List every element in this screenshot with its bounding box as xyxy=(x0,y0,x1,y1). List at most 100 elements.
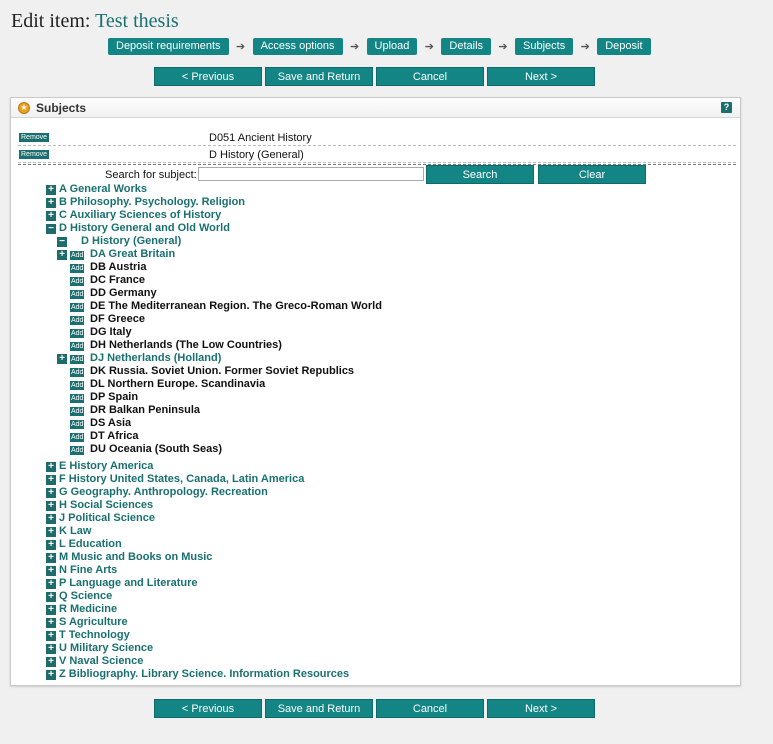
tree-node-label[interactable]: K Law xyxy=(59,525,91,537)
tree-node-label[interactable]: T Technology xyxy=(59,629,130,641)
search-input[interactable] xyxy=(198,167,424,181)
expand-icon[interactable]: + xyxy=(46,462,56,472)
step-deposit[interactable]: Deposit xyxy=(597,38,651,55)
step-deposit-requirements[interactable]: Deposit requirements xyxy=(108,38,229,55)
add-button[interactable]: Add xyxy=(70,446,85,455)
tree-node-label[interactable]: G Geography. Anthropology. Recreation xyxy=(59,486,268,498)
tree-node: + V Naval Science xyxy=(46,655,736,668)
tree-node: + Q Science xyxy=(46,590,736,603)
tree-node: + T Technology xyxy=(46,629,736,642)
next-button[interactable]: Next > xyxy=(487,67,595,86)
next-button[interactable]: Next > xyxy=(487,699,595,718)
tree-node-label[interactable]: DA Great Britain xyxy=(90,248,175,260)
expand-icon[interactable]: + xyxy=(46,211,56,221)
remove-button[interactable]: Remove xyxy=(19,133,50,142)
add-button[interactable]: Add xyxy=(70,407,85,416)
tree-node-label[interactable]: DJ Netherlands (Holland) xyxy=(90,352,221,364)
help-icon[interactable]: ? xyxy=(721,102,732,113)
expand-icon[interactable]: + xyxy=(46,579,56,589)
expand-icon[interactable]: + xyxy=(46,566,56,576)
tree-node: Add DH Netherlands (The Low Countries) xyxy=(57,339,736,352)
step-upload[interactable]: Upload xyxy=(366,38,418,55)
expand-icon[interactable]: + xyxy=(57,250,67,260)
cancel-button[interactable]: Cancel xyxy=(376,67,484,86)
tree-node: Add DD Germany xyxy=(57,287,736,300)
tree-node-label[interactable]: H Social Sciences xyxy=(59,499,153,511)
tree-node-label[interactable]: P Language and Literature xyxy=(59,577,198,589)
tree-node-label[interactable]: F History United States, Canada, Latin A… xyxy=(59,473,304,485)
search-button[interactable]: Search xyxy=(426,165,534,184)
expand-icon[interactable]: + xyxy=(46,185,56,195)
tree-node-label[interactable]: B Philosophy. Psychology. Religion xyxy=(59,196,245,208)
expand-icon[interactable]: + xyxy=(46,488,56,498)
tree-node-label[interactable]: S Agriculture xyxy=(59,616,128,628)
tree-node-label[interactable]: D History General and Old World xyxy=(59,222,230,234)
tree-node-label[interactable]: N Fine Arts xyxy=(59,564,117,576)
tree-node-label: DC France xyxy=(90,274,146,286)
step-subjects[interactable]: Subjects xyxy=(515,38,574,55)
tree-node-label[interactable]: C Auxiliary Sciences of History xyxy=(59,209,221,221)
expand-icon[interactable]: + xyxy=(46,631,56,641)
tree-node-label[interactable]: A General Works xyxy=(59,183,147,195)
collapse-icon[interactable]: − xyxy=(57,237,67,247)
add-button[interactable]: Add xyxy=(70,381,85,390)
add-button[interactable]: Add xyxy=(70,433,85,442)
tree-node-label[interactable]: M Music and Books on Music xyxy=(59,551,212,563)
tree-node-label: DB Austria xyxy=(90,261,147,273)
add-button[interactable]: Add xyxy=(70,355,85,364)
tree-node: Add DE The Mediterranean Region. The Grec… xyxy=(57,300,736,313)
add-button[interactable]: Add xyxy=(70,303,85,312)
tree-node: Add DG Italy xyxy=(57,326,736,339)
step-details[interactable]: Details xyxy=(441,38,492,55)
expand-icon[interactable]: + xyxy=(46,514,56,524)
add-button[interactable]: Add xyxy=(70,368,85,377)
item-name: Test thesis xyxy=(95,10,179,32)
add-button[interactable]: Add xyxy=(70,277,85,286)
add-button[interactable]: Add xyxy=(70,420,85,429)
add-button[interactable]: Add xyxy=(70,342,85,351)
collapse-icon[interactable]: − xyxy=(46,224,56,234)
add-button[interactable]: Add xyxy=(70,290,85,299)
add-button[interactable]: Add xyxy=(70,316,85,325)
add-button[interactable]: Add xyxy=(70,394,85,403)
tree-node-label[interactable]: R Medicine xyxy=(59,603,117,615)
tree-node: Add DK Russia. Soviet Union. Former Sovie… xyxy=(57,365,736,378)
add-button[interactable]: Add xyxy=(70,251,85,260)
tree-node-label[interactable]: V Naval Science xyxy=(59,655,143,667)
expand-icon[interactable]: + xyxy=(46,198,56,208)
tree-node-label[interactable]: Z Bibliography. Library Science. Informa… xyxy=(59,668,349,680)
save-and-return-button[interactable]: Save and Return xyxy=(265,699,373,718)
tree-node-label[interactable]: L Education xyxy=(59,538,122,550)
expand-icon[interactable]: + xyxy=(46,605,56,615)
step-access-options[interactable]: Access options xyxy=(252,38,343,55)
tree-node: + C Auxiliary Sciences of History xyxy=(46,209,736,222)
expand-icon[interactable]: + xyxy=(46,475,56,485)
expand-icon[interactable]: + xyxy=(46,644,56,654)
remove-button[interactable]: Remove xyxy=(19,150,50,159)
subject-tree: + A General Works + B Philosophy. Psycholog… xyxy=(46,183,736,681)
previous-button[interactable]: < Previous xyxy=(154,699,262,718)
tree-node-label[interactable]: J Political Science xyxy=(59,512,155,524)
add-button[interactable]: Add xyxy=(70,264,85,273)
expand-icon[interactable]: + xyxy=(46,618,56,628)
expand-icon[interactable]: + xyxy=(46,657,56,667)
expand-icon[interactable]: + xyxy=(46,592,56,602)
expand-icon[interactable]: + xyxy=(46,540,56,550)
expand-icon[interactable]: + xyxy=(46,670,56,680)
subjects-panel: ★ Subjects ? Remove D051 Ancient History… xyxy=(10,97,741,686)
add-button[interactable]: Add xyxy=(70,329,85,338)
arrow-right-icon: ➔ xyxy=(349,41,360,53)
expand-icon[interactable]: + xyxy=(46,501,56,511)
tree-node-label[interactable]: Q Science xyxy=(59,590,112,602)
cancel-button[interactable]: Cancel xyxy=(376,699,484,718)
tree-node-label[interactable]: U Military Science xyxy=(59,642,153,654)
expand-icon[interactable]: + xyxy=(57,354,67,364)
previous-button[interactable]: < Previous xyxy=(154,67,262,86)
tree-node-label[interactable]: E History America xyxy=(59,460,153,472)
expand-icon[interactable]: + xyxy=(46,527,56,537)
clear-button[interactable]: Clear xyxy=(538,165,646,184)
expand-icon[interactable]: + xyxy=(46,553,56,563)
tree-node-label[interactable]: D History (General) xyxy=(81,235,181,247)
tree-node: + L Education xyxy=(46,538,736,551)
save-and-return-button[interactable]: Save and Return xyxy=(265,67,373,86)
